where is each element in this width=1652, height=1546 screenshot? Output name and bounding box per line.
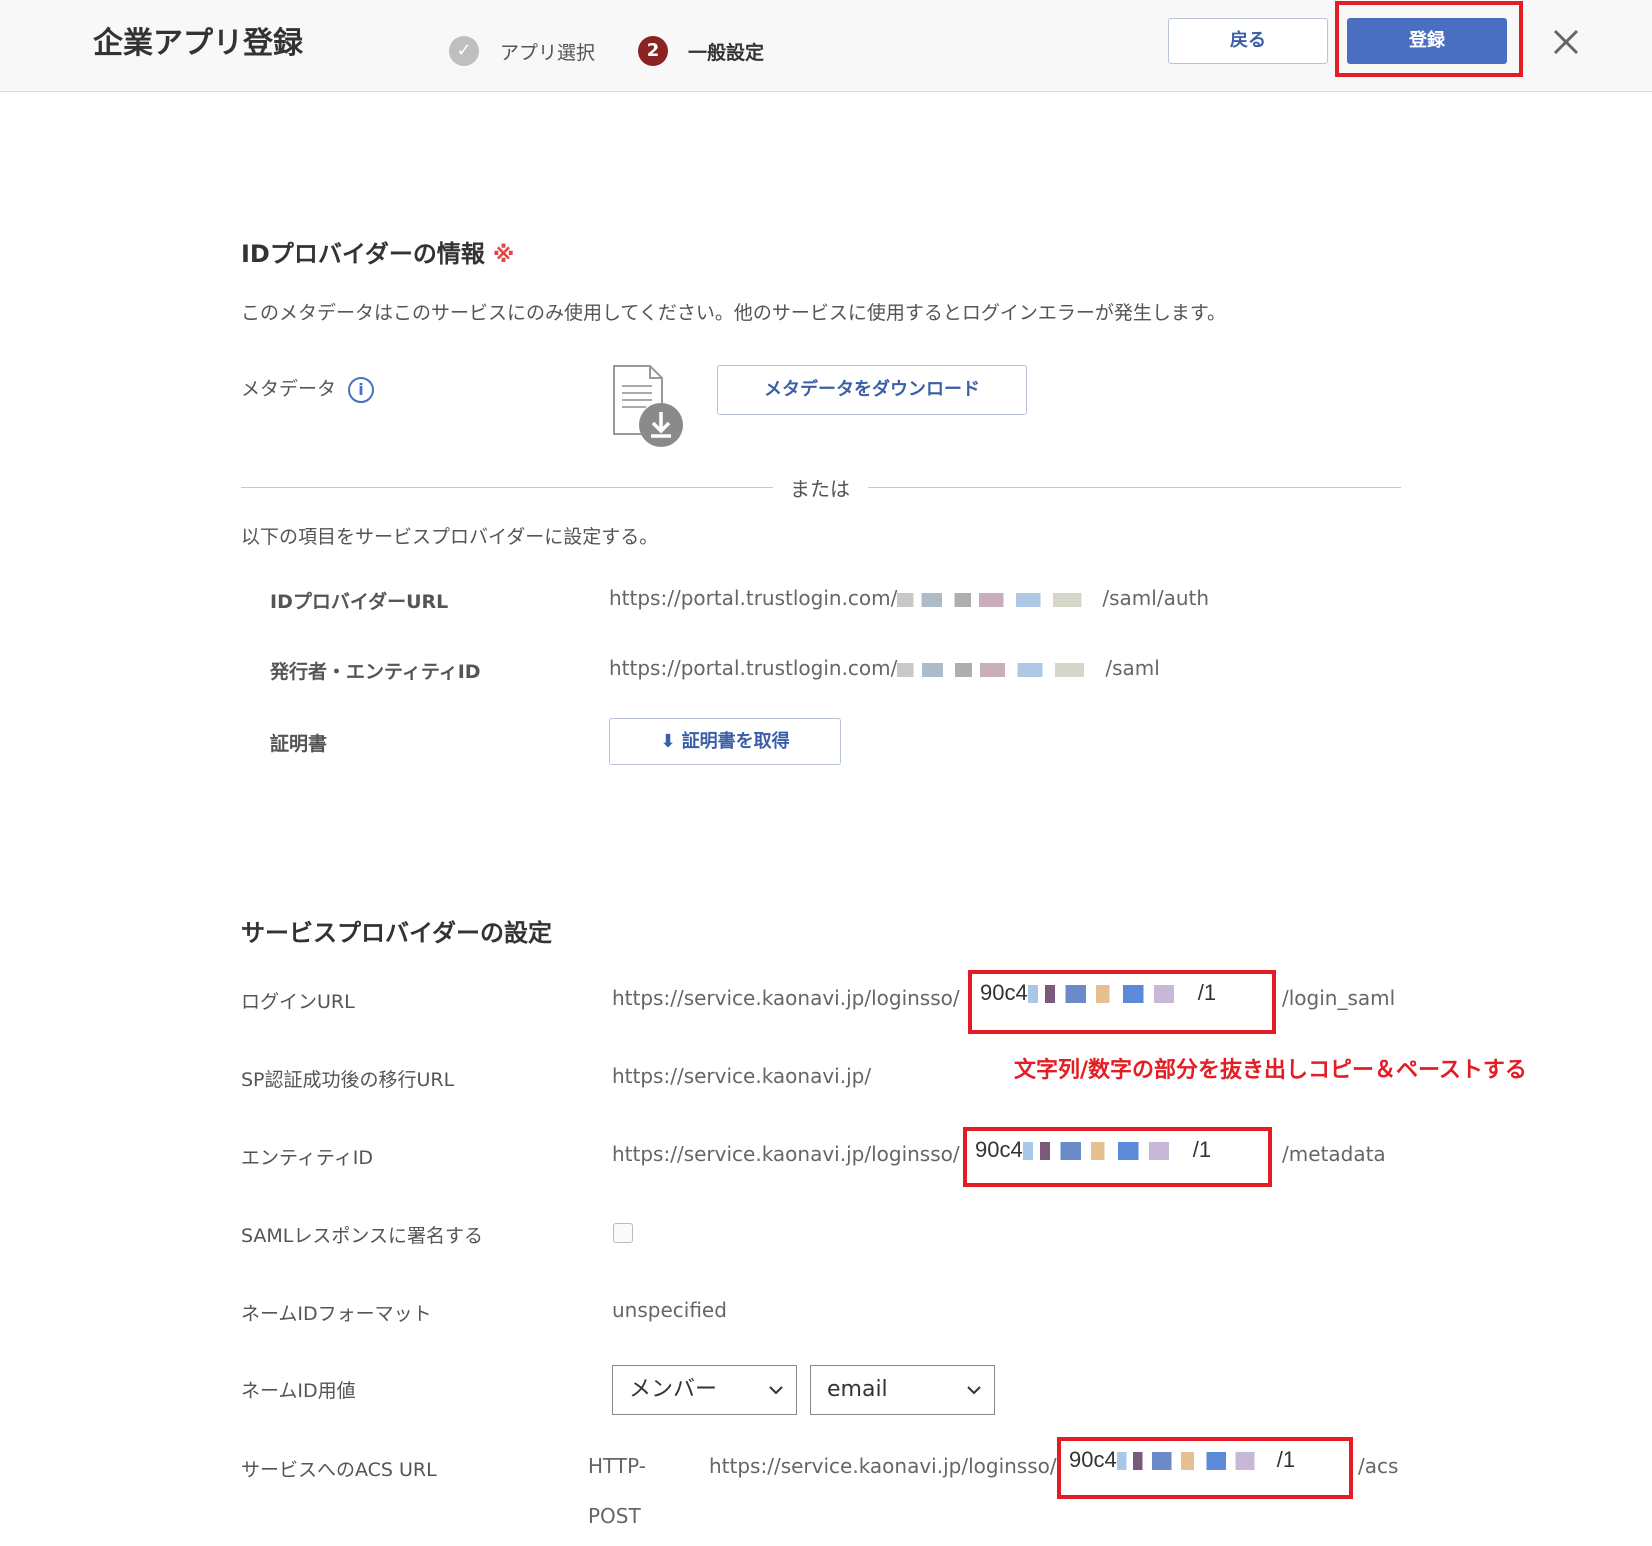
entity-id-end: /1 bbox=[1192, 1137, 1212, 1162]
sp-section-title: サービスプロバイダーの設定 bbox=[241, 919, 553, 947]
certificate-label: 証明書 bbox=[270, 733, 328, 755]
nameid-format-label: ネームIDフォーマット bbox=[241, 1303, 432, 1325]
divider-right bbox=[868, 487, 1401, 488]
idp-url-value: https://portal.trustlogin.com/ /saml/auth bbox=[609, 586, 1209, 610]
file-download-icon bbox=[613, 365, 683, 447]
entity-id-box[interactable]: 90c4/1 bbox=[963, 1127, 1272, 1187]
or-label: または bbox=[790, 477, 850, 501]
login-url-id-end: /1 bbox=[1197, 980, 1217, 1005]
idp-url-prefix: https://portal.trustlogin.com/ bbox=[609, 586, 898, 610]
redacted-segment bbox=[1022, 1142, 1193, 1161]
entity-id-prefix: https://service.kaonavi.jp/loginsso/ bbox=[612, 1142, 960, 1166]
acs-url-suffix: /acs bbox=[1358, 1454, 1399, 1478]
issuer-value: https://portal.trustlogin.com/ /saml bbox=[609, 656, 1160, 680]
redirect-url-label: SP認証成功後の移行URL bbox=[241, 1069, 455, 1091]
register-highlight-box bbox=[1335, 1, 1523, 77]
login-url-id: 90c4/1 bbox=[980, 980, 1216, 1006]
download-metadata-button[interactable]: メタデータをダウンロード bbox=[717, 365, 1027, 415]
acs-id-start: 90c4 bbox=[1069, 1447, 1117, 1472]
acs-url-prefix: https://service.kaonavi.jp/loginsso/ bbox=[709, 1454, 1057, 1478]
issuer-prefix: https://portal.trustlogin.com/ bbox=[609, 656, 898, 680]
acs-binding-line2: POST bbox=[588, 1504, 641, 1528]
redacted-segment bbox=[897, 592, 1103, 607]
back-button[interactable]: 戻る bbox=[1168, 18, 1328, 64]
login-url-label: ログインURL bbox=[241, 991, 355, 1013]
info-icon[interactable]: i bbox=[348, 376, 375, 403]
chevron-down-icon bbox=[769, 1386, 783, 1395]
required-mark: ※ bbox=[492, 243, 515, 268]
entity-id-start: 90c4 bbox=[975, 1137, 1023, 1162]
entity-id-value: 90c4/1 bbox=[975, 1137, 1211, 1163]
nameid-value-label: ネームID用値 bbox=[241, 1380, 356, 1402]
divider-left bbox=[241, 487, 773, 488]
idp-url-suffix: /saml/auth bbox=[1102, 586, 1210, 610]
login-url-prefix: https://service.kaonavi.jp/loginsso/ bbox=[612, 986, 960, 1010]
page-title: 企業アプリ登録 bbox=[93, 26, 303, 61]
step-check-icon: ✓ bbox=[449, 36, 479, 66]
nameid-source-value: メンバー bbox=[629, 1377, 718, 1402]
acs-url-label: サービスへのACS URL bbox=[241, 1459, 437, 1481]
get-certificate-button[interactable]: ⬇ 証明書を取得 bbox=[609, 718, 841, 765]
issuer-label: 発行者・エンティティID bbox=[270, 661, 481, 683]
saml-sign-label: SAMLレスポンスに署名する bbox=[241, 1225, 484, 1247]
entity-id-label: エンティティID bbox=[241, 1147, 373, 1169]
step-general-settings: 一般設定 bbox=[688, 42, 765, 64]
metadata-label-row: メタデータ i bbox=[241, 374, 375, 403]
login-url-suffix: /login_saml bbox=[1282, 986, 1396, 1010]
nameid-attribute-value: email bbox=[827, 1377, 888, 1402]
redacted-segment bbox=[1027, 985, 1198, 1004]
copy-paste-annotation: 文字列/数字の部分を抜き出しコピー＆ペーストする bbox=[1014, 1058, 1527, 1083]
nameid-attribute-select[interactable]: email bbox=[810, 1365, 995, 1415]
sp-instruction: 以下の項目をサービスプロバイダーに設定する。 bbox=[241, 526, 659, 548]
idp-title-text: IDプロバイダーの情報 bbox=[241, 240, 485, 268]
chevron-down-icon bbox=[967, 1386, 981, 1395]
redacted-segment bbox=[1116, 1452, 1277, 1471]
acs-id-value: 90c4/1 bbox=[1069, 1447, 1295, 1473]
entity-id-suffix: /metadata bbox=[1282, 1142, 1386, 1166]
get-certificate-label: 証明書を取得 bbox=[681, 731, 790, 752]
redirect-url-value: https://service.kaonavi.jp/ bbox=[612, 1064, 872, 1088]
idp-description: このメタデータはこのサービスにのみ使用してください。他のサービスに使用するとログ… bbox=[241, 302, 1226, 324]
acs-id-end: /1 bbox=[1276, 1447, 1296, 1472]
download-icon: ⬇ bbox=[660, 731, 676, 752]
close-icon[interactable] bbox=[1548, 24, 1584, 60]
idp-url-label: IDプロバイダーURL bbox=[270, 591, 449, 613]
metadata-label: メタデータ bbox=[241, 378, 337, 400]
acs-binding-line1: HTTP- bbox=[588, 1454, 646, 1478]
redacted-segment bbox=[897, 662, 1106, 677]
nameid-source-select[interactable]: メンバー bbox=[612, 1365, 797, 1415]
step-app-select: アプリ選択 bbox=[500, 42, 596, 64]
issuer-suffix: /saml bbox=[1105, 656, 1160, 680]
login-url-id-start: 90c4 bbox=[980, 980, 1028, 1005]
step-number-badge: 2 bbox=[638, 36, 668, 66]
login-url-id-box[interactable]: 90c4/1 bbox=[968, 970, 1276, 1034]
idp-section-title: IDプロバイダーの情報 ※ bbox=[241, 234, 514, 269]
acs-id-box[interactable]: 90c4/1 bbox=[1057, 1437, 1353, 1499]
nameid-format-value: unspecified bbox=[612, 1298, 727, 1322]
saml-sign-checkbox[interactable] bbox=[613, 1223, 633, 1243]
